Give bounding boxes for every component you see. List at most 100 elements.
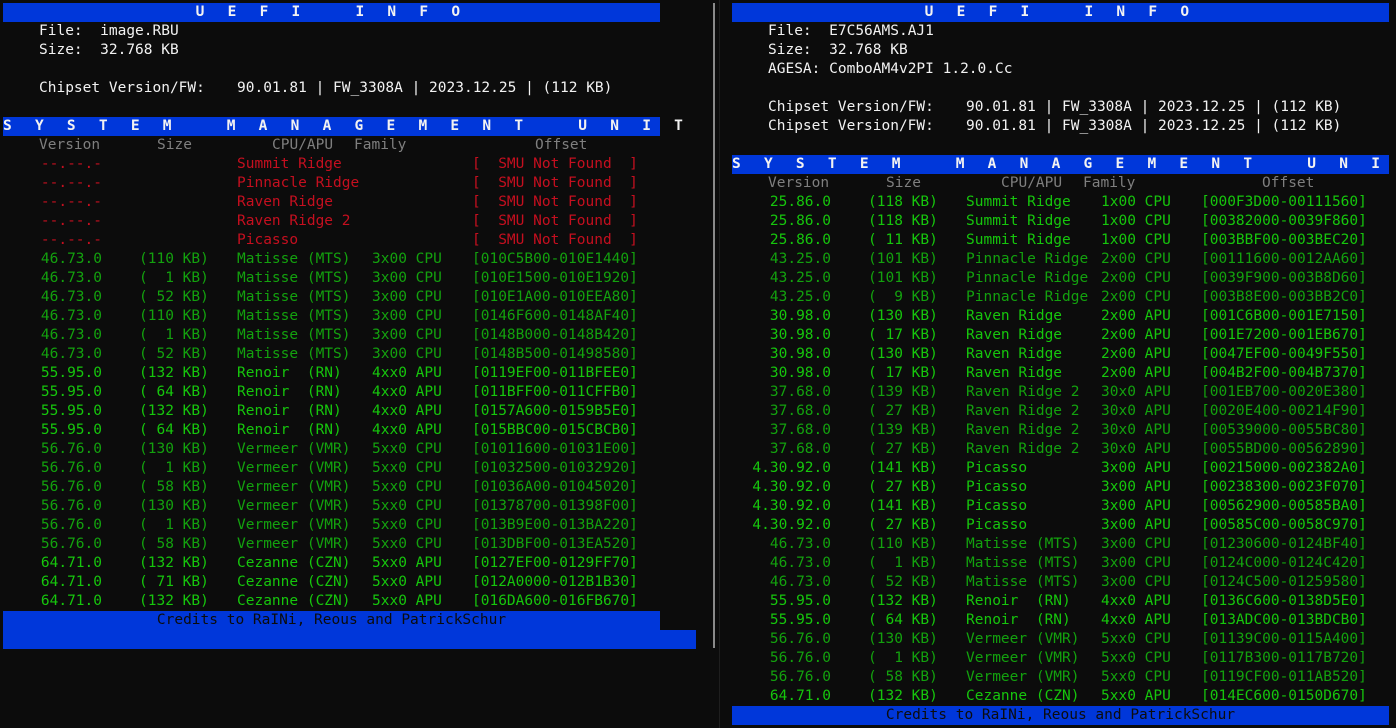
cell-family: 3x00 APU: [1101, 460, 1171, 476]
uefi-info-banner: U E F I I N F O: [732, 3, 1389, 22]
cell-size: (118 KB): [868, 194, 938, 210]
cell-offset: [001EB700-0020E380]: [1201, 384, 1367, 400]
cell-offset: [013DBF00-013EA520]: [472, 536, 638, 552]
cell-size: (130 KB): [139, 441, 209, 457]
cell-size: ( 58 KB): [139, 479, 209, 495]
cell-size: (101 KB): [868, 270, 938, 286]
cell-offset: [01032500-01032920]: [472, 460, 638, 476]
cell-offset: [0124C500-01259580]: [1201, 574, 1367, 590]
cell-family: 2x00 APU: [1101, 365, 1171, 381]
cell-version: 30.98.0: [769, 327, 831, 343]
cell-size: (139 KB): [868, 384, 938, 400]
cell-family: 3x00 CPU: [372, 327, 442, 343]
table-row: 56.76.0 ( 1 KB) Vermeer (VMR) 5xx0 CPU [0117…: [724, 649, 1396, 668]
cell-size: (141 KB): [868, 498, 938, 514]
table-row: 64.71.0 (132 KB) Cezanne (CZN) 5xx0 APU [012…: [0, 554, 712, 573]
cell-family: 5xx0 APU: [372, 593, 442, 609]
table-row: 56.76.0 (130 KB) Vermeer (VMR) 5xx0 CPU [011…: [724, 630, 1396, 649]
cell-size: ( 1 KB): [139, 327, 209, 343]
table-row: 55.95.0 ( 64 KB) Renoir (RN) 4xx0 APU [015BB…: [0, 421, 712, 440]
cell-offset: [01230600-0124BF40]: [1201, 536, 1367, 552]
table-row: 25.86.0 (118 KB) Summit Ridge 1x00 CPU [000F…: [724, 193, 1396, 212]
table-row: 4.30.92.0 (141 KB) Picasso 3x00 APU [0021500…: [724, 459, 1396, 478]
cell-family: 3x00 APU: [1101, 479, 1171, 495]
cell-name: Picasso: [966, 517, 1028, 533]
file-label: File:: [39, 23, 83, 39]
cell-name: Cezanne (CZN): [237, 555, 351, 571]
table-row: 46.73.0 (110 KB) Matisse (MTS) 3x00 CPU [014…: [0, 307, 712, 326]
pane-divider: [719, 0, 720, 728]
header-cpuapu: CPU/APU: [272, 137, 334, 153]
cell-offset: [010C5B00-010E1440]: [472, 251, 638, 267]
chipset-value: 90.01.81 | FW_3308A | 2023.12.25 | (112 …: [237, 80, 613, 96]
cell-family: 4xx0 APU: [372, 384, 442, 400]
smu-table-header: Version Size CPU/APU Family Offset: [0, 136, 712, 155]
cell-version: 4.30.92.0: [752, 498, 831, 514]
cell-family: 5xx0 APU: [1101, 688, 1171, 704]
cell-version: 30.98.0: [769, 365, 831, 381]
cell-size: (141 KB): [868, 460, 938, 476]
cell-size: (118 KB): [868, 213, 938, 229]
cell-name: Raven Ridge: [966, 365, 1063, 381]
cell-version: 56.76.0: [40, 460, 102, 476]
credits-bar: Credits to RaINi, Reous and PatrickSchur: [732, 706, 1389, 725]
cell-size: ( 1 KB): [868, 555, 938, 571]
size-value: 32.768 KB: [100, 42, 179, 58]
table-row: 43.25.0 ( 9 KB) Pinnacle Ridge 2x00 CPU [003…: [724, 288, 1396, 307]
cell-offset: [01036A00-01045020]: [472, 479, 638, 495]
cell-offset: [0124C000-0124C420]: [1201, 555, 1367, 571]
header-cpuapu: CPU/APU: [1001, 175, 1063, 191]
table-row: 30.98.0 (130 KB) Raven Ridge 2x00 APU [001C6…: [724, 307, 1396, 326]
cell-offset: [0039F900-003B8D60]: [1201, 270, 1367, 286]
cell-name: Vermeer (VMR): [966, 631, 1080, 647]
cell-family: 3x00 CPU: [372, 251, 442, 267]
cell-offset: [013ADC00-013BDCB0]: [1201, 612, 1367, 628]
file-value: E7C56AMS.AJ1: [829, 23, 934, 39]
cell-offset: [ SMU Not Found ]: [472, 156, 638, 172]
cell-offset: [0148B000-0148B420]: [472, 327, 638, 343]
table-row: 30.98.0 ( 17 KB) Raven Ridge 2x00 APU [004B2…: [724, 364, 1396, 383]
size-label: Size:: [768, 42, 812, 58]
cell-version: 56.76.0: [40, 498, 102, 514]
cell-name: Renoir (RN): [237, 403, 342, 419]
cell-family: 3x00 APU: [1101, 517, 1171, 533]
cell-name: Raven Ridge 2: [966, 441, 1080, 457]
table-row: 46.73.0 ( 1 KB) Matisse (MTS) 3x00 CPU [0148…: [0, 326, 712, 345]
cell-offset: [00215000-002382A0]: [1201, 460, 1367, 476]
cell-size: ( 64 KB): [868, 612, 938, 628]
file-value: image.RBU: [100, 23, 179, 39]
cell-version: 37.68.0: [769, 441, 831, 457]
table-row: 30.98.0 (130 KB) Raven Ridge 2x00 APU [0047E…: [724, 345, 1396, 364]
scrollbar[interactable]: [713, 3, 715, 648]
cell-offset: [003B8E00-003BB2C0]: [1201, 289, 1367, 305]
cell-name: Raven Ridge 2: [966, 384, 1080, 400]
table-row: 64.71.0 ( 71 KB) Cezanne (CZN) 5xx0 APU [012…: [0, 573, 712, 592]
header-offset: Offset: [1262, 175, 1315, 191]
cell-name: Vermeer (VMR): [237, 441, 351, 457]
cell-version: 25.86.0: [769, 213, 831, 229]
chipset-label: Chipset Version/FW:: [39, 80, 205, 96]
cell-offset: [01378700-01398F00]: [472, 498, 638, 514]
table-row: 55.95.0 ( 64 KB) Renoir (RN) 4xx0 APU [013AD…: [724, 611, 1396, 630]
cell-name: Summit Ridge: [966, 213, 1071, 229]
cell-family: 3x00 APU: [1101, 498, 1171, 514]
chipset-value-2: 90.01.81 | FW_3308A | 2023.12.25 | (112 …: [966, 118, 1342, 134]
cell-size: ( 58 KB): [139, 536, 209, 552]
cell-size: ( 9 KB): [868, 289, 938, 305]
cell-family: 30x0 APU: [1101, 384, 1171, 400]
cell-family: 3x00 CPU: [372, 346, 442, 362]
right-console-pane[interactable]: U E F I I N F O File: E7C56AMS.AJ1 Size:…: [724, 0, 1396, 728]
cell-version: 43.25.0: [769, 270, 831, 286]
cell-name: Cezanne (CZN): [237, 593, 351, 609]
cell-family: 1x00 CPU: [1101, 213, 1171, 229]
cell-size: (130 KB): [868, 631, 938, 647]
left-console-pane[interactable]: U E F I I N F O File: image.RBU Size: 32…: [0, 0, 712, 728]
cell-version: 46.73.0: [40, 327, 102, 343]
cell-version: 30.98.0: [769, 308, 831, 324]
cell-offset: [0047EF00-0049F550]: [1201, 346, 1367, 362]
cell-version: --.--.-: [40, 194, 102, 210]
cell-family: 2x00 CPU: [1101, 289, 1171, 305]
cell-size: ( 1 KB): [139, 517, 209, 533]
header-size: Size: [157, 137, 192, 153]
cell-offset: [ SMU Not Found ]: [472, 232, 638, 248]
